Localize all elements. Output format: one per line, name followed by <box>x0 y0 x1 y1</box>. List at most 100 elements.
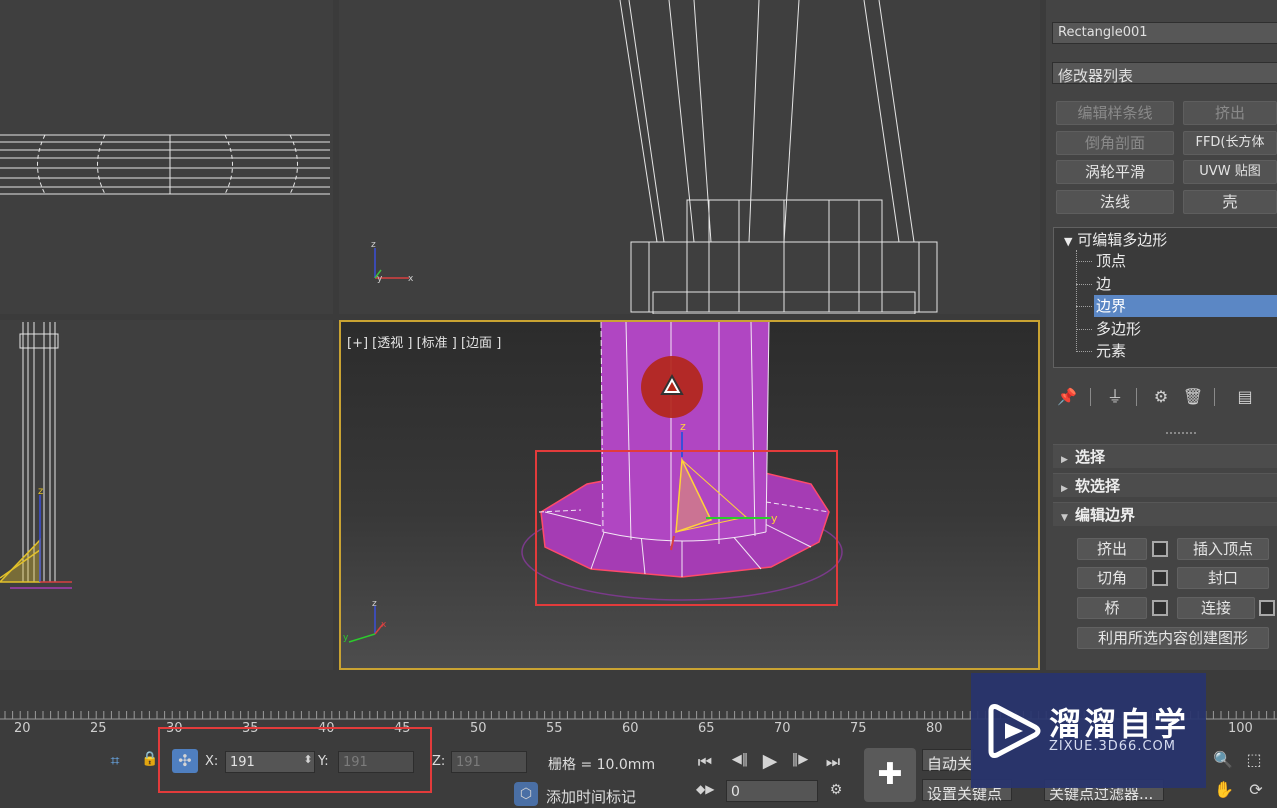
svg-text:x: x <box>381 620 387 630</box>
3dsmax-window: z y x z [+] [透视 ] [标准 ] [边面 ] z y z y x … <box>0 0 1277 808</box>
tree-branch <box>1076 261 1092 262</box>
insert-vertex-button[interactable]: 插入顶点 <box>1177 538 1269 560</box>
expand-arrow-icon[interactable]: ▼ <box>1064 235 1072 248</box>
rollout-edit-border-label: 编辑边界 <box>1075 506 1136 524</box>
x-spinner-icon[interactable]: ⬍ <box>302 753 314 766</box>
tick-label: 65 <box>698 721 715 736</box>
x-coord-label: X: <box>205 754 219 769</box>
goto-start-icon[interactable]: ⏮ <box>694 752 716 772</box>
stack-root-editable-poly[interactable]: ▼ 可编辑多边形 <box>1064 230 1167 252</box>
modifier-bevel-profile-button[interactable]: 倒角剖面 <box>1056 131 1174 155</box>
connect-settings-button[interactable] <box>1259 600 1275 616</box>
time-config-icon[interactable]: ⚙ <box>826 782 846 798</box>
modifier-uvw-map-button[interactable]: UVW 贴图 <box>1183 160 1277 184</box>
stack-item-polygon[interactable]: 多边形 <box>1094 318 1277 340</box>
watermark-url: ZIXUE.3D66.COM <box>1049 739 1176 754</box>
modifier-extrude-button[interactable]: 挤出 <box>1183 101 1277 125</box>
tick-label: 75 <box>850 721 867 736</box>
tree-branch <box>1076 329 1092 330</box>
time-tag-icon[interactable]: ⬡ <box>514 782 538 806</box>
collapsed-arrow-icon: ▶ <box>1061 484 1068 494</box>
svg-text:z: z <box>372 599 377 609</box>
viewport-perspective[interactable]: [+] [透视 ] [标准 ] [边面 ] z y z y x <box>339 320 1040 670</box>
cap-button[interactable]: 封口 <box>1177 567 1269 589</box>
configure-sets-icon[interactable]: ▤ <box>1234 384 1256 410</box>
stack-item-vertex[interactable]: 顶点 <box>1094 250 1277 272</box>
tick-label: 25 <box>90 721 107 736</box>
modifier-stack[interactable]: ▼ 可编辑多边形 顶点 边 边界 多边形 元素 <box>1053 227 1277 368</box>
prev-frame-icon[interactable]: ◀‖ <box>728 752 752 767</box>
current-frame-input[interactable]: 0 <box>726 780 818 802</box>
rollout-edit-border[interactable]: ▼ 编辑边界 <box>1053 502 1277 526</box>
connect-button[interactable]: 连接 <box>1177 597 1255 619</box>
create-shape-button[interactable]: 利用所选内容创建图形 <box>1077 627 1269 649</box>
isolate-selection-icon[interactable]: ⌗ <box>104 751 126 771</box>
bridge-button[interactable]: 桥 <box>1077 597 1147 619</box>
svg-text:y: y <box>343 633 349 643</box>
separator <box>1136 388 1137 406</box>
pin-stack-icon[interactable]: 📌 <box>1056 384 1078 410</box>
extrude-button[interactable]: 挤出 <box>1077 538 1147 560</box>
y-coord-input[interactable]: 191 <box>338 751 414 773</box>
transform-mode-toggle-icon[interactable]: ✣ <box>172 749 198 773</box>
play-icon[interactable]: ▶ <box>760 750 780 772</box>
show-end-result-icon[interactable]: ⏚ <box>1104 384 1126 410</box>
rollout-select[interactable]: ▶ 选择 <box>1053 444 1277 468</box>
axis-z-label: z <box>38 486 43 497</box>
rollout-soft-select-label: 软选择 <box>1075 477 1121 495</box>
modifier-turbosmooth-button[interactable]: 涡轮平滑 <box>1056 160 1174 184</box>
wireframe-tube-side <box>0 134 330 195</box>
viewport-top-right[interactable]: z y x <box>339 0 1040 314</box>
tick-label: 45 <box>394 721 411 736</box>
tick-label: 50 <box>470 721 487 736</box>
key-mode-icon[interactable]: ◆▶ <box>696 782 714 796</box>
orbit-icon[interactable]: ⟳ <box>1244 780 1268 799</box>
make-unique-icon[interactable]: ⚙ <box>1150 384 1172 410</box>
viewport-bottom-left[interactable]: z <box>0 320 333 670</box>
modifier-edit-spline-button[interactable]: 编辑样条线 <box>1056 101 1174 125</box>
tick-label: 70 <box>774 721 791 736</box>
add-time-tag-label[interactable]: 添加时间标记 <box>546 786 636 807</box>
play-logo-icon <box>988 704 1041 758</box>
modifier-ffd-box-button[interactable]: FFD(长方体 <box>1183 131 1277 155</box>
chamfer-settings-button[interactable] <box>1152 570 1168 586</box>
rollout-soft-select[interactable]: ▶ 软选择 <box>1053 473 1277 497</box>
zoom-extents-icon[interactable]: ⬚ <box>1242 750 1266 769</box>
grid-size-label: 栅格 = 10.0mm <box>548 757 656 773</box>
object-name-field[interactable]: Rectangle001 <box>1052 22 1277 44</box>
modifier-normal-button[interactable]: 法线 <box>1056 190 1174 214</box>
perspective-scene: z y z y x <box>343 322 843 643</box>
bridge-settings-button[interactable] <box>1152 600 1168 616</box>
tree-branch <box>1076 284 1092 285</box>
stack-item-edge[interactable]: 边 <box>1094 273 1277 295</box>
extrude-settings-button[interactable] <box>1152 541 1168 557</box>
tree-branch <box>1076 351 1092 352</box>
tick-label: 40 <box>318 721 335 736</box>
z-coord-label: Z: <box>432 754 446 769</box>
tree-line <box>1076 250 1077 352</box>
modifier-shell-button[interactable]: 壳 <box>1183 190 1277 214</box>
goto-end-icon[interactable]: ⏭ <box>822 752 844 772</box>
tick-label: 60 <box>622 721 639 736</box>
next-frame-icon[interactable]: ‖▶ <box>788 752 812 767</box>
stack-item-border[interactable]: 边界 <box>1094 295 1277 317</box>
stack-root-label: 可编辑多边形 <box>1077 231 1168 249</box>
modifier-list-dropdown[interactable]: 修改器列表 <box>1052 62 1277 84</box>
auto-key-button[interactable]: 自动关 <box>922 749 974 773</box>
chamfer-button[interactable]: 切角 <box>1077 567 1147 589</box>
set-key-big-icon[interactable]: ✚ <box>864 748 916 802</box>
panel-grip[interactable] <box>1166 432 1196 436</box>
remove-modifier-icon[interactable]: 🗑 <box>1182 384 1204 410</box>
pan-icon[interactable]: ✋ <box>1212 780 1236 799</box>
viewport-top-left[interactable] <box>0 0 333 314</box>
wireframe-left: z <box>0 322 72 589</box>
command-panel: Rectangle001 修改器列表 编辑样条线 挤出 倒角剖面 FFD(长方体… <box>1046 0 1277 670</box>
open-arrow-icon: ▼ <box>1061 513 1068 523</box>
tick-label: 35 <box>242 721 259 736</box>
stack-item-element[interactable]: 元素 <box>1094 340 1277 362</box>
collapsed-arrow-icon: ▶ <box>1061 455 1068 465</box>
lock-selection-icon[interactable]: 🔒 <box>140 751 160 767</box>
zoom-icon[interactable]: 🔍 <box>1212 750 1234 769</box>
z-coord-input[interactable]: 191 <box>451 751 527 773</box>
stack-toolbar: 📌 ⏚ ⚙ 🗑 ▤ <box>1052 384 1277 410</box>
